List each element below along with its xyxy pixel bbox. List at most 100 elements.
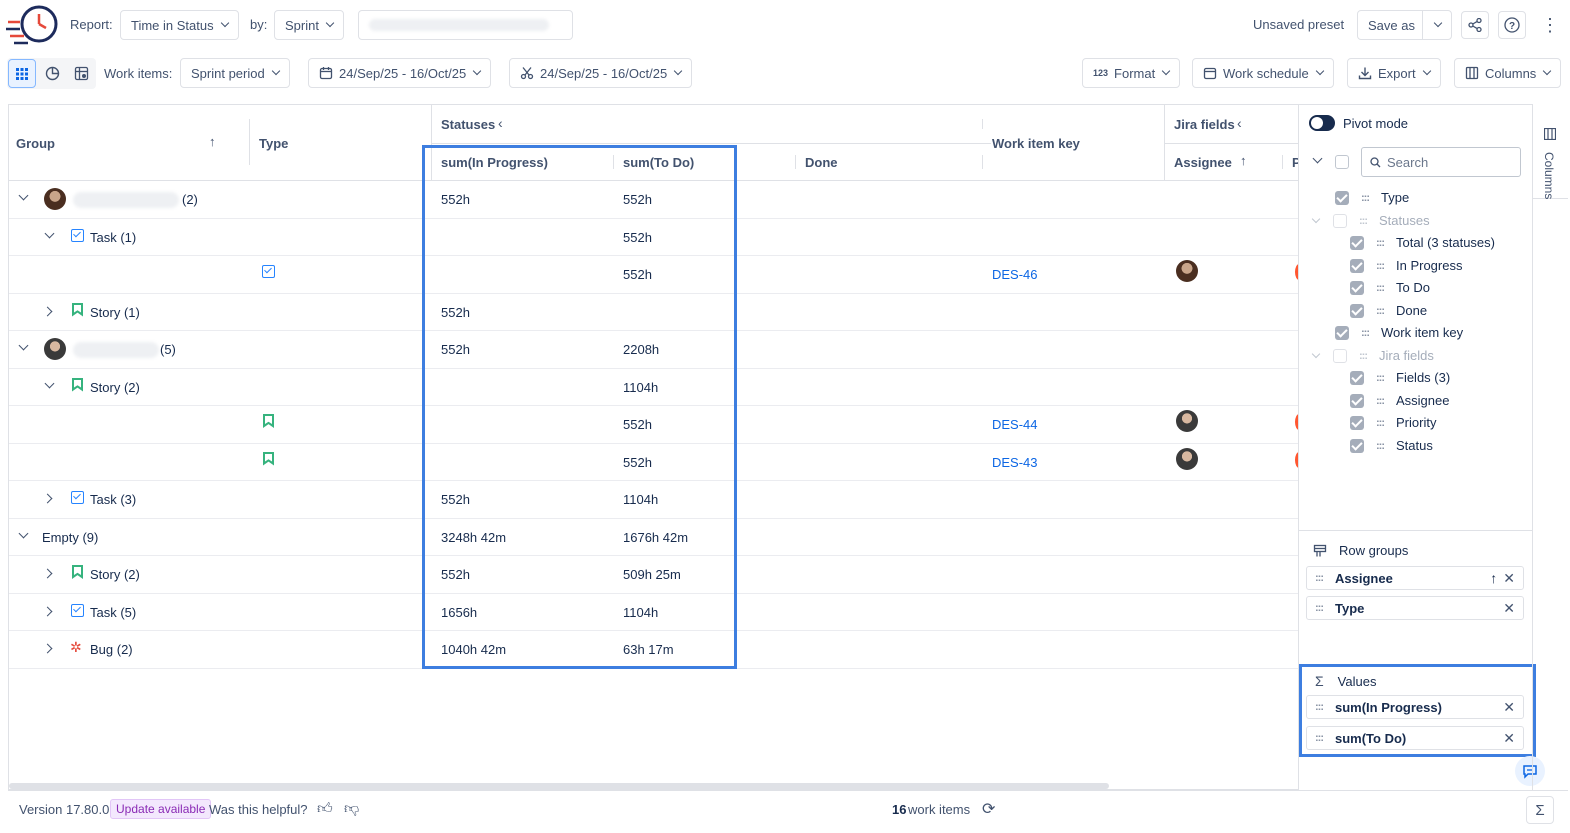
column-separator[interactable] [795,155,796,169]
table-row[interactable]: Empty (9) 3248h 42m 1676h 42m [9,519,1298,556]
thumbs-up-icon[interactable]: 👍︎ [317,800,333,818]
value-chip-in-progress[interactable]: ::: sum(In Progress) ✕ [1306,695,1524,719]
row-group-chip-assignee[interactable]: ::: Assignee ↑ ✕ [1306,566,1524,590]
date-range-value: 24/Sep/25 - 16/Oct/25 [339,65,467,81]
work-schedule-button[interactable]: Work schedule [1192,58,1334,88]
column-separator[interactable] [1282,155,1283,169]
work-item-link[interactable]: DES-43 [992,455,1038,470]
share-button[interactable] [1461,11,1489,39]
save-as-button[interactable]: Save as [1357,10,1426,40]
table-row[interactable]: Story (2) 552h 509h 25m [9,556,1298,594]
close-icon[interactable]: ✕ [1503,699,1515,716]
header-jira-fields[interactable]: Jira fields [1174,117,1235,132]
table-row[interactable]: Story (1) 552h [9,294,1298,331]
table-row[interactable]: Story (2) 1104h [9,369,1298,406]
sort-ascending-icon[interactable]: ↑ [1490,570,1497,586]
work-item-link[interactable]: DES-46 [992,267,1038,282]
table-row[interactable]: 552h DES-44 [9,406,1298,444]
sprint-select[interactable] [358,10,573,40]
chevron-down-icon[interactable] [18,190,29,201]
column-item-assignee[interactable]: ::: Assignee [1350,393,1449,408]
header-in-progress[interactable]: sum(In Progress) [441,155,548,170]
horizontal-scrollbar[interactable] [9,783,1109,789]
close-icon[interactable]: ✕ [1503,570,1515,587]
column-separator[interactable] [982,155,983,169]
sort-ascending-icon[interactable]: ↑ [209,134,216,149]
to-do-value: 1104h [623,379,659,395]
close-icon[interactable]: ✕ [1503,600,1515,617]
table-row[interactable]: Task (5) 1656h 1104h [9,594,1298,631]
row-groups-label: Row groups [1339,543,1409,558]
work-items-select[interactable]: Sprint period [180,58,290,88]
table-row[interactable]: (5) 552h 2208h [9,331,1298,369]
chevron-down-icon[interactable] [18,528,29,538]
update-badge[interactable]: Update available [110,799,212,819]
column-item-status[interactable]: ::: Status [1350,438,1433,453]
header-to-do[interactable]: sum(To Do) [623,155,694,170]
format-button[interactable]: 123 Format [1082,58,1181,88]
row-group-chip-type[interactable]: ::: Type ✕ [1306,596,1524,620]
refresh-icon[interactable]: ⟳ [982,799,995,819]
thumbs-down-icon[interactable]: 👎︎ [344,800,359,818]
table-row[interactable]: Task (1) 552h [9,219,1298,256]
export-button[interactable]: Export [1347,58,1441,88]
chevron-right-icon[interactable] [42,606,53,616]
columns-button[interactable]: Columns [1454,58,1562,88]
chevron-right-icon[interactable] [42,306,53,316]
table-row[interactable]: Task (3) 552h 1104h [9,481,1298,519]
column-group-statuses[interactable]: ::: Statuses [1311,213,1430,228]
header-group[interactable]: Group [16,136,55,151]
column-group-jira-fields[interactable]: ::: Jira fields [1311,348,1434,363]
chevron-left-icon[interactable]: ‹ [498,115,503,131]
header-done[interactable]: Done [805,155,838,170]
close-icon[interactable]: ✕ [1503,730,1515,747]
header-assignee[interactable]: Assignee [1174,155,1232,170]
chevron-down-icon[interactable] [1312,153,1323,164]
column-item-work-item-key[interactable]: ::: Work item key [1335,325,1463,340]
totals-button[interactable]: Σ [1526,796,1554,824]
column-item-to-do[interactable]: ::: To Do [1350,280,1430,295]
table-view-button[interactable] [8,59,36,88]
chevron-down-icon[interactable] [18,340,29,351]
export-label: Export [1378,65,1416,81]
table-row[interactable]: 552h DES-46 [9,256,1298,294]
sort-ascending-icon[interactable]: ↑ [1240,153,1247,168]
column-item-done[interactable]: ::: Done [1350,303,1427,318]
chevron-down-icon[interactable] [44,228,55,238]
column-separator[interactable] [613,155,614,169]
by-select[interactable]: Sprint [274,10,344,40]
chart-view-button[interactable] [38,59,66,87]
column-separator[interactable] [249,119,250,165]
header-type[interactable]: Type [259,136,288,151]
column-item-priority[interactable]: ::: Priority [1350,415,1436,430]
pivot-mode-toggle[interactable] [1309,115,1335,131]
header-statuses[interactable]: Statuses [441,117,495,132]
pivot-view-button[interactable] [67,59,95,87]
table-row[interactable]: 552h DES-43 [9,444,1298,481]
table-row[interactable]: ✲ Bug (2) 1040h 42m 63h 17m [9,631,1298,669]
column-item-in-progress[interactable]: ::: In Progress [1350,258,1462,273]
row-group-label: Assignee [1335,570,1393,586]
more-button[interactable]: ⋮ [1536,11,1564,39]
trim-range-picker[interactable]: 24/Sep/25 - 16/Oct/25 [509,58,693,88]
chevron-down-icon[interactable] [44,378,55,388]
date-range-picker[interactable]: 24/Sep/25 - 16/Oct/25 [308,58,492,88]
column-item-total[interactable]: ::: Total (3 statuses) [1350,235,1495,250]
save-options-button[interactable] [1422,10,1452,40]
column-item-type[interactable]: ::: Type [1335,190,1409,205]
helpful-prompt: Was this helpful? [209,802,308,817]
columns-side-tab[interactable]: Columns [1533,104,1568,199]
chevron-right-icon[interactable] [42,643,53,654]
chevron-right-icon[interactable] [42,568,53,579]
select-all-checkbox[interactable] [1335,155,1349,169]
column-item-fields[interactable]: ::: Fields (3) [1350,370,1450,385]
table-row[interactable]: (2) 552h 552h [9,181,1298,219]
header-work-item-key[interactable]: Work item key [992,136,1080,151]
column-search-input[interactable]: Search [1361,147,1521,177]
report-select[interactable]: Time in Status [120,10,239,40]
help-button[interactable]: ? [1498,11,1526,39]
work-item-link[interactable]: DES-44 [992,417,1038,432]
chevron-left-icon[interactable]: ‹ [1237,115,1242,131]
chevron-right-icon[interactable] [42,493,53,504]
value-chip-to-do[interactable]: ::: sum(To Do) ✕ [1306,726,1524,750]
